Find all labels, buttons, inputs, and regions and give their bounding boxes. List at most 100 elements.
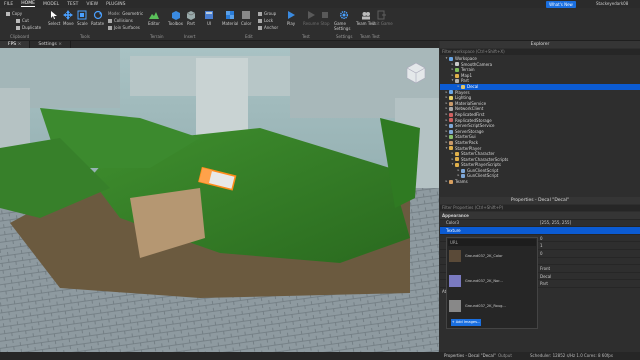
scale-tool-button[interactable]: Scale <box>77 10 88 26</box>
move-tool-button[interactable]: Move <box>63 10 74 26</box>
appearance-section-label: Appearance <box>442 212 469 218</box>
texture-item-3[interactable]: Ground037_2K_Roug... <box>465 304 506 308</box>
play-button[interactable]: Play <box>286 10 296 26</box>
move-label: Move <box>63 21 74 26</box>
whats-new-button[interactable]: What's New <box>546 1 576 8</box>
property-value[interactable]: 0 <box>536 236 640 241</box>
play-label: Play <box>286 21 296 26</box>
mode-value: Geometric <box>122 11 144 16</box>
close-icon[interactable]: × <box>18 42 22 47</box>
property-value[interactable]: 1 <box>536 243 640 248</box>
tab-settings-label: Settings <box>38 42 57 47</box>
copy-button[interactable]: Copy <box>6 11 22 16</box>
3d-viewport[interactable] <box>0 48 439 352</box>
lock-button[interactable]: Lock <box>258 18 273 23</box>
property-value[interactable]: 0 <box>536 251 640 256</box>
explorer-item[interactable]: ▸ Teams <box>440 179 640 185</box>
stop-label: Stop <box>320 21 330 26</box>
instance-icon <box>455 157 459 162</box>
ui-button[interactable]: UI <box>204 10 214 26</box>
part-button[interactable]: Part <box>186 10 196 26</box>
username[interactable]: Stackeyedark08 <box>596 1 628 6</box>
stop-icon <box>322 12 328 18</box>
scale-label: Scale <box>77 21 88 26</box>
duplicate-button[interactable]: Duplicate <box>16 25 41 30</box>
texture-item-2[interactable]: Ground037_2K_Nor... <box>465 279 503 283</box>
property-value[interactable]: [255, 255, 255] <box>536 220 640 225</box>
game-settings-label: Game Settings <box>334 21 351 31</box>
tools-group-label: Tools <box>80 34 90 39</box>
mode-select[interactable]: Mode: Geometric <box>108 11 143 16</box>
explorer-tree: ▾ Workspace ▸ SmoothCamera ▸ Terrain ▸ Map1 ▾ Par… <box>440 56 640 185</box>
cut-button[interactable]: Cut <box>16 18 29 23</box>
instance-icon <box>449 56 453 61</box>
resume-button[interactable]: Resume <box>303 10 319 26</box>
rotate-label: Rotate <box>91 21 105 26</box>
appearance-section-header[interactable]: Appearance <box>440 212 640 220</box>
instance-icon <box>461 174 465 179</box>
rotate-tool-button[interactable]: Rotate <box>91 10 104 26</box>
terrain-editor-button[interactable]: Editor <box>148 10 160 26</box>
texture-thumb-2[interactable] <box>449 275 461 287</box>
property-row[interactable]: Texture <box>440 227 640 235</box>
texture-thumb-3[interactable] <box>449 300 461 312</box>
exit-icon <box>377 10 387 20</box>
scale-icon <box>77 10 87 20</box>
anchor-icon <box>258 25 262 30</box>
instance-icon <box>455 67 459 72</box>
properties-filter-input[interactable]: Filter Properties (Ctrl+Shift+P) <box>440 205 640 211</box>
texture-picker-popup: URL Ground037_2K_Color Ground037_2K_Nor.… <box>446 237 538 329</box>
join-surfaces-icon <box>108 25 112 30</box>
collisions-toggle[interactable]: Collisions <box>108 18 133 23</box>
instance-icon <box>449 95 453 100</box>
url-input[interactable]: URL <box>448 239 536 246</box>
property-value[interactable]: Decal <box>536 274 640 279</box>
bottom-tab-output[interactable]: Output <box>498 353 512 358</box>
tab-test[interactable]: TEST <box>67 2 78 7</box>
instance-icon <box>449 112 453 117</box>
instance-icon <box>461 168 465 173</box>
properties-panel: Properties - Decal "Decal" Filter Proper… <box>440 197 640 352</box>
property-value[interactable]: Front <box>536 266 640 271</box>
select-label: Select <box>48 21 61 26</box>
join-surfaces-toggle[interactable]: Join Surfaces <box>108 25 140 30</box>
part-cube-icon <box>186 11 196 20</box>
lock-icon <box>258 18 262 23</box>
exit-game-button[interactable]: Exit Game <box>372 10 393 26</box>
file-menu[interactable]: FILE <box>4 2 13 7</box>
bottom-tab-properties[interactable]: Properties - Decal "Decal" <box>444 353 496 358</box>
clipboard-group-label: Clipboard <box>10 34 30 39</box>
tab-home[interactable]: HOME <box>21 1 35 7</box>
color-button[interactable]: Color <box>241 10 251 26</box>
color-label: Color <box>241 21 252 26</box>
property-value[interactable]: Part <box>536 281 640 286</box>
anchor-button[interactable]: Anchor <box>258 25 278 30</box>
cut-icon <box>16 18 20 23</box>
tab-model[interactable]: MODEL <box>43 2 59 7</box>
material-button[interactable]: Material <box>222 10 238 26</box>
explorer-title: Explorer <box>440 41 640 48</box>
tab-plugins[interactable]: PLUGINS <box>106 2 125 7</box>
texture-item-1[interactable]: Ground037_2K_Color <box>465 254 503 258</box>
texture-thumb-1[interactable] <box>449 250 461 262</box>
status-text: Scheduler: 12852 s/Hz 1.0 Cores: 8 60fps <box>530 353 613 358</box>
tab-fps-label: FPS <box>8 42 17 47</box>
add-images-button[interactable]: + Add Images... <box>451 319 481 326</box>
tab-view[interactable]: VIEW <box>86 2 98 7</box>
explorer-filter-input[interactable]: Filter workspace (Ctrl+Shift+X) <box>440 49 640 55</box>
close-icon[interactable]: × <box>58 42 62 47</box>
select-tool-button[interactable]: Select <box>48 10 60 26</box>
duplicate-icon <box>16 25 20 30</box>
lock-label: Lock <box>264 18 274 23</box>
toolbox-button[interactable]: Toolbox <box>168 10 183 26</box>
instance-icon <box>449 118 453 123</box>
property-row[interactable]: Color3 [255, 255, 255] <box>440 220 640 228</box>
instance-icon <box>449 129 453 134</box>
tab-settings[interactable]: Settings × <box>30 41 72 48</box>
game-settings-button[interactable]: Game Settings <box>334 10 354 31</box>
part-label: Part <box>187 21 195 26</box>
stop-button[interactable]: Stop <box>320 10 330 26</box>
anchor-label: Anchor <box>264 25 279 30</box>
tab-fps[interactable]: FPS × <box>0 41 31 48</box>
group-button[interactable]: Group <box>258 11 276 16</box>
